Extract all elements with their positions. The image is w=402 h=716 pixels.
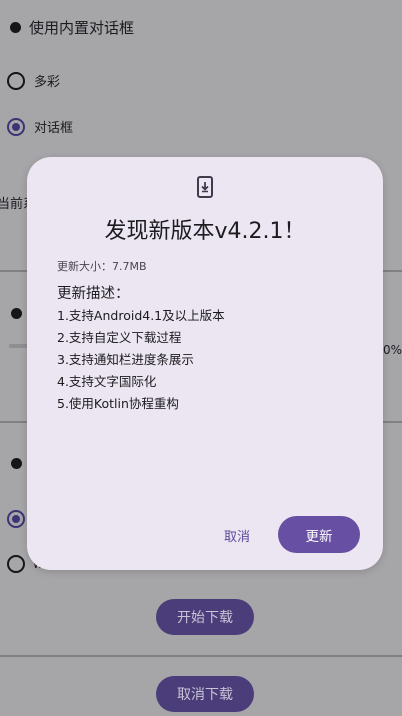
divider (0, 655, 402, 657)
radio-dialog[interactable] (7, 117, 25, 136)
radio-colorful-row[interactable]: 多彩 (7, 71, 60, 90)
list-item: 2.支持自定义下载过程 (57, 330, 182, 345)
list-item: 3.支持通知栏进度条展示 (57, 352, 194, 367)
radio-dialog-row[interactable]: 对话框 (7, 117, 73, 136)
cancel-button[interactable]: 取消 (211, 519, 263, 551)
update-description-title: 更新描述： (57, 286, 130, 302)
bullet-dot-icon (10, 22, 21, 33)
bullet-dot-icon (11, 458, 22, 469)
list-item: 1.支持Android4.1及以上版本 (57, 308, 225, 323)
radio-w[interactable] (7, 555, 25, 573)
update-dialog: 发现新版本v4.2.1！ 更新大小：7.7MB 更新描述： 1.支持Androi… (27, 157, 383, 570)
phone-download-icon (197, 176, 213, 198)
update-size: 更新大小：7.7MB (57, 260, 147, 273)
radio-selected[interactable] (7, 510, 25, 528)
builtin-dialog-option[interactable]: 使用内置对话框 (10, 17, 134, 38)
progress-percent: 0% (383, 343, 402, 357)
dialog-title: 发现新版本v4.2.1！ (104, 219, 306, 244)
cancel-download-button[interactable]: 取消下载 (156, 676, 254, 712)
builtin-dialog-label: 使用内置对话框 (29, 19, 135, 37)
radio-colorful-label: 多彩 (34, 75, 61, 90)
bullet-dot-icon (11, 308, 22, 319)
list-item: 5.使用Kotlin协程重构 (57, 396, 179, 411)
update-button[interactable]: 更新 (278, 516, 360, 553)
radio-colorful[interactable] (7, 71, 25, 90)
radio-selected-row[interactable] (7, 510, 25, 528)
radio-dialog-label: 对话框 (34, 121, 74, 136)
list-item: 4.支持文字国际化 (57, 374, 157, 389)
start-download-button[interactable]: 开始下载 (156, 599, 254, 635)
update-description-list: 1.支持Android4.1及以上版本 2.支持自定义下载过程 3.支持通知栏进… (57, 305, 225, 415)
